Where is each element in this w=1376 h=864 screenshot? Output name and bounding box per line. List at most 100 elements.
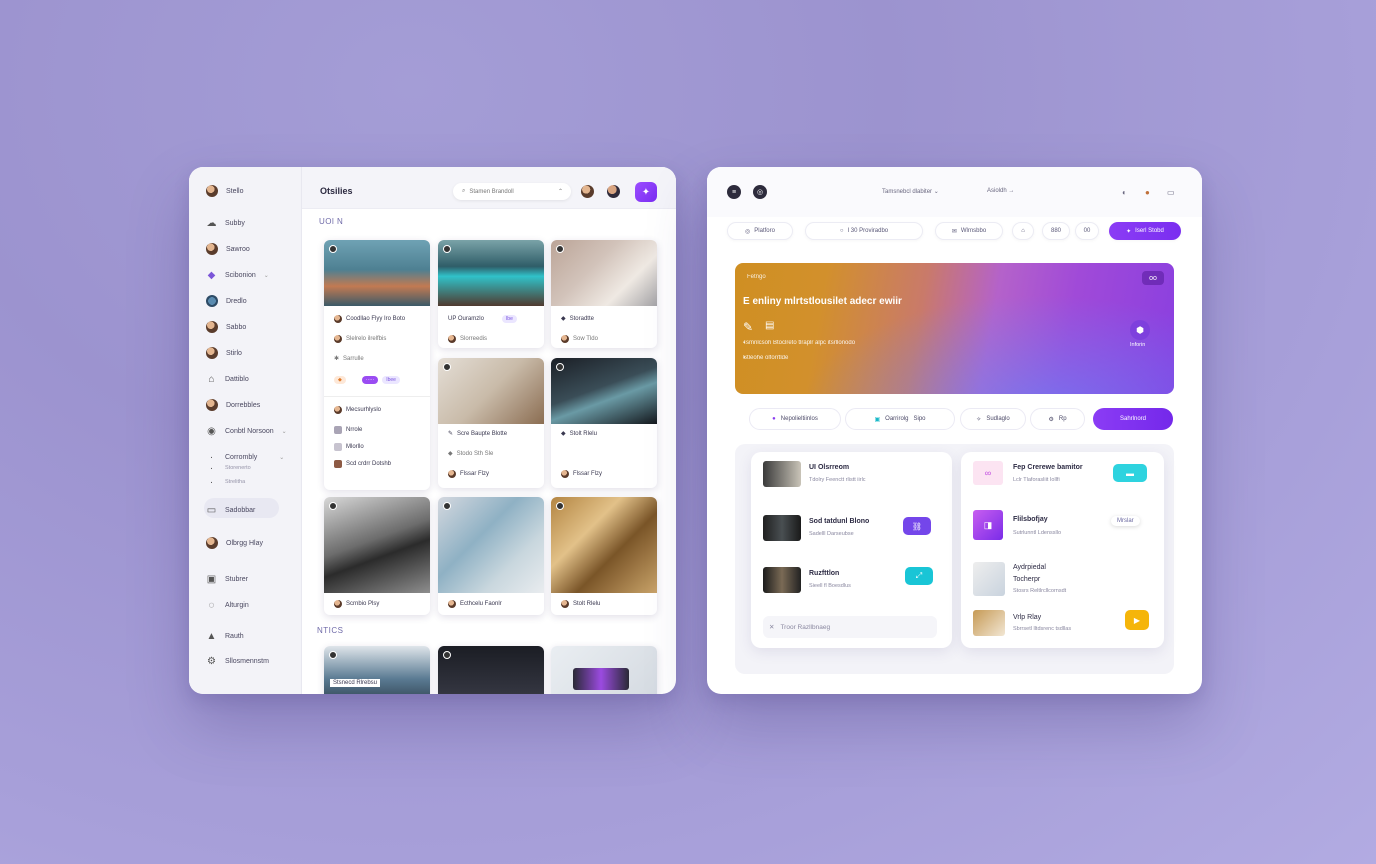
media-card[interactable]: UP Ouramzlo Ibe Slorreedis bbox=[438, 240, 544, 348]
list-item[interactable]: UI Olsrreom Tdolry Feenctt rlistt iirlc bbox=[751, 460, 952, 500]
primary-button[interactable]: ✦ Iserl Stobd bbox=[1109, 222, 1181, 240]
sidebar-item[interactable]: Stirlo bbox=[206, 346, 242, 360]
diamond-icon: ◆ bbox=[207, 269, 216, 281]
hero-title: E enliny mlrtstlousilet adecr ewiir bbox=[743, 296, 902, 307]
notification-icon[interactable]: ◐ bbox=[1122, 188, 1127, 197]
search-input[interactable]: ✕ Troor Razllbnaeg bbox=[763, 616, 937, 638]
media-card[interactable]: Stolt Rlelu bbox=[551, 497, 657, 615]
list-item[interactable]: ◨ Flilsbofjay Sutrlunntl Ldenssllo Mrsla… bbox=[961, 510, 1164, 550]
list-item[interactable]: Aydrpiedal Tocherpr Stosrs Reltlrcllcorn… bbox=[961, 562, 1164, 602]
sidebar-item[interactable]: Sabbo bbox=[206, 320, 246, 334]
sidebar-item[interactable]: Sawroo bbox=[206, 242, 250, 256]
play-button[interactable]: ▶ bbox=[1125, 610, 1149, 630]
tag[interactable]: Ibee bbox=[382, 376, 400, 384]
create-button[interactable]: ✦ bbox=[635, 182, 657, 202]
list-item[interactable]: ∞ Fep Crerewe bamitor Lclr Tlaforasliit … bbox=[961, 460, 1164, 500]
card-subtitle: Flssar Flzy bbox=[573, 471, 602, 477]
tag[interactable]: ····· bbox=[361, 376, 379, 384]
avatar[interactable] bbox=[581, 185, 594, 198]
chip-filter[interactable]: ✉ Wlrnsbbo bbox=[935, 222, 1003, 240]
list-item[interactable]: Ruzfttlon Sieell fl Boesdlus ⤢ bbox=[751, 566, 952, 606]
sidebar-item[interactable]: ◉ Conbtl Norsoon ⌄ bbox=[206, 424, 287, 438]
tab-label: Oarrirolg bbox=[885, 416, 909, 422]
sidebar-item[interactable]: ▲ Rauth bbox=[206, 629, 244, 643]
thumbnail bbox=[334, 460, 342, 468]
header-title[interactable]: Tamsnebcl dlabiter ⌄ bbox=[882, 188, 939, 195]
sparkle-icon: ✧ bbox=[976, 416, 982, 423]
avatar[interactable]: ● bbox=[1145, 188, 1150, 197]
list-item[interactable]: Vrlp Rlay Sbrrsetl lltdsrenc tsdllas ▶ bbox=[961, 610, 1164, 650]
play-icon[interactable]: ⬢ bbox=[1130, 320, 1150, 340]
status-badge[interactable]: Mrslar bbox=[1111, 516, 1140, 526]
media-card[interactable]: Coodllao Flyy Iro Boto Slelrelo ilrelfbi… bbox=[324, 240, 430, 490]
card-subtitle: Sarrulle bbox=[343, 355, 364, 362]
sidebar-profile[interactable]: Stello bbox=[206, 184, 244, 198]
sidebar-item[interactable]: Dredlo bbox=[206, 294, 247, 308]
sidebar-item[interactable]: ▣ Stubrer bbox=[206, 572, 248, 586]
edit-icon[interactable]: ✎ bbox=[743, 320, 753, 334]
media-card[interactable]: Stsnecd Rlrebsu bbox=[324, 646, 430, 694]
avatar bbox=[561, 470, 569, 478]
tag[interactable]: ◆ bbox=[334, 376, 346, 384]
thumbnail bbox=[973, 610, 1005, 636]
sidebar-item[interactable]: Dorrebbles bbox=[206, 398, 260, 412]
tag[interactable]: Ibe bbox=[501, 315, 517, 323]
list-item[interactable]: Sod tatdunl Blono Sadelll Darseubse ⛓ bbox=[751, 514, 952, 554]
action-button[interactable]: ⤢ bbox=[905, 567, 933, 585]
media-card[interactable]: Scrnbio Plsy bbox=[324, 497, 430, 615]
circle-icon: ○ bbox=[839, 228, 844, 234]
user-icon[interactable]: ◎ bbox=[753, 185, 767, 199]
chip-platform[interactable]: ◎ Platforo bbox=[727, 222, 793, 240]
media-card[interactable]: ✎ Scre Baupte Blotte ◆ Stodo Sth Sle Flssa… bbox=[438, 358, 544, 488]
card-caption: ◆ Stolt Rlelu bbox=[561, 430, 597, 438]
media-card[interactable]: Ecthcelu Faonlr bbox=[438, 497, 544, 615]
avatar bbox=[561, 335, 569, 343]
media-card[interactable] bbox=[438, 646, 544, 694]
media-card[interactable]: ◆ Storadtte Sow Tldo bbox=[551, 240, 657, 348]
sidebar-subitem[interactable]: · Storenerto bbox=[206, 461, 251, 475]
sidebar-item[interactable]: ☁ Subby bbox=[206, 216, 245, 230]
chip-provider[interactable]: ○ I 30 Proviradbo bbox=[805, 222, 923, 240]
window-icon[interactable]: ▭ bbox=[1167, 188, 1175, 197]
sidebar-item[interactable]: ⚙ Sllosmennstm bbox=[206, 654, 269, 668]
chip-label: 880 bbox=[1050, 228, 1061, 234]
content-area: UI Olsrreom Tdolry Feenctt rlistt iirlc … bbox=[735, 444, 1174, 674]
search-pill[interactable]: ⌕ Stamen Brandoll ⌃ bbox=[453, 183, 571, 200]
tab[interactable]: ⚙ Rp bbox=[1030, 408, 1085, 430]
menu-icon[interactable]: ≡ bbox=[727, 185, 741, 199]
action-button[interactable]: ▬ bbox=[1113, 464, 1147, 482]
sidebar-subitem[interactable]: · Strelitha bbox=[206, 475, 245, 489]
chip-icon[interactable]: ⌂ bbox=[1012, 222, 1034, 240]
media-card[interactable] bbox=[551, 646, 657, 694]
sidebar-item[interactable]: ◆ Scibonion ⌄ bbox=[206, 268, 269, 282]
sidebar-item[interactable]: ⌂ Dattiblo bbox=[206, 372, 248, 386]
card-caption: Mlorllo bbox=[334, 443, 364, 451]
chip-toggle[interactable]: 00 bbox=[1075, 222, 1099, 240]
media-card[interactable]: ◆ Stolt Rlelu Flssar Flzy bbox=[551, 358, 657, 488]
tab-label: Sahrlnord bbox=[1119, 416, 1146, 422]
sidebar-profile-item[interactable]: Olbrgg Hlay bbox=[206, 536, 263, 550]
sidebar-item[interactable]: ◌ Alturgin bbox=[206, 598, 249, 612]
arrow-right-icon: → bbox=[1008, 188, 1015, 194]
action-button[interactable]: ⛓ bbox=[903, 517, 931, 535]
header-link[interactable]: Asioldh → bbox=[987, 188, 1014, 194]
tab[interactable]: ● Nepolieltiinlos bbox=[749, 408, 841, 430]
library-window: Stello ☁ Subby Sawroo ◆ Scibonion ⌄ Dredlo … bbox=[189, 167, 676, 694]
chip-count[interactable]: 880 bbox=[1042, 222, 1070, 240]
tab[interactable]: ✧ Sudlaglo bbox=[960, 408, 1026, 430]
dot-icon: · bbox=[209, 462, 214, 474]
sidebar-item-label: Dredlo bbox=[226, 297, 247, 305]
tab[interactable]: ▣ Oarrirolg Sipo bbox=[845, 408, 955, 430]
sidebar-item-selected[interactable]: ▭ Sadobbar bbox=[206, 503, 256, 517]
document-icon[interactable]: ▤ bbox=[765, 320, 774, 331]
avatar bbox=[443, 502, 451, 510]
hero-toggle[interactable]: oo bbox=[1142, 271, 1164, 285]
avatar bbox=[206, 321, 218, 333]
list-item-title: Flilsbofjay bbox=[1013, 516, 1048, 523]
avatar bbox=[443, 651, 451, 659]
tab-active[interactable]: Sahrlnord bbox=[1093, 408, 1173, 430]
circle-icon: ◎ bbox=[745, 228, 751, 235]
pin-icon: ✎ bbox=[448, 431, 454, 437]
avatar[interactable] bbox=[607, 185, 620, 198]
sidebar-item-label: Conbtl Norsoon bbox=[225, 427, 274, 435]
